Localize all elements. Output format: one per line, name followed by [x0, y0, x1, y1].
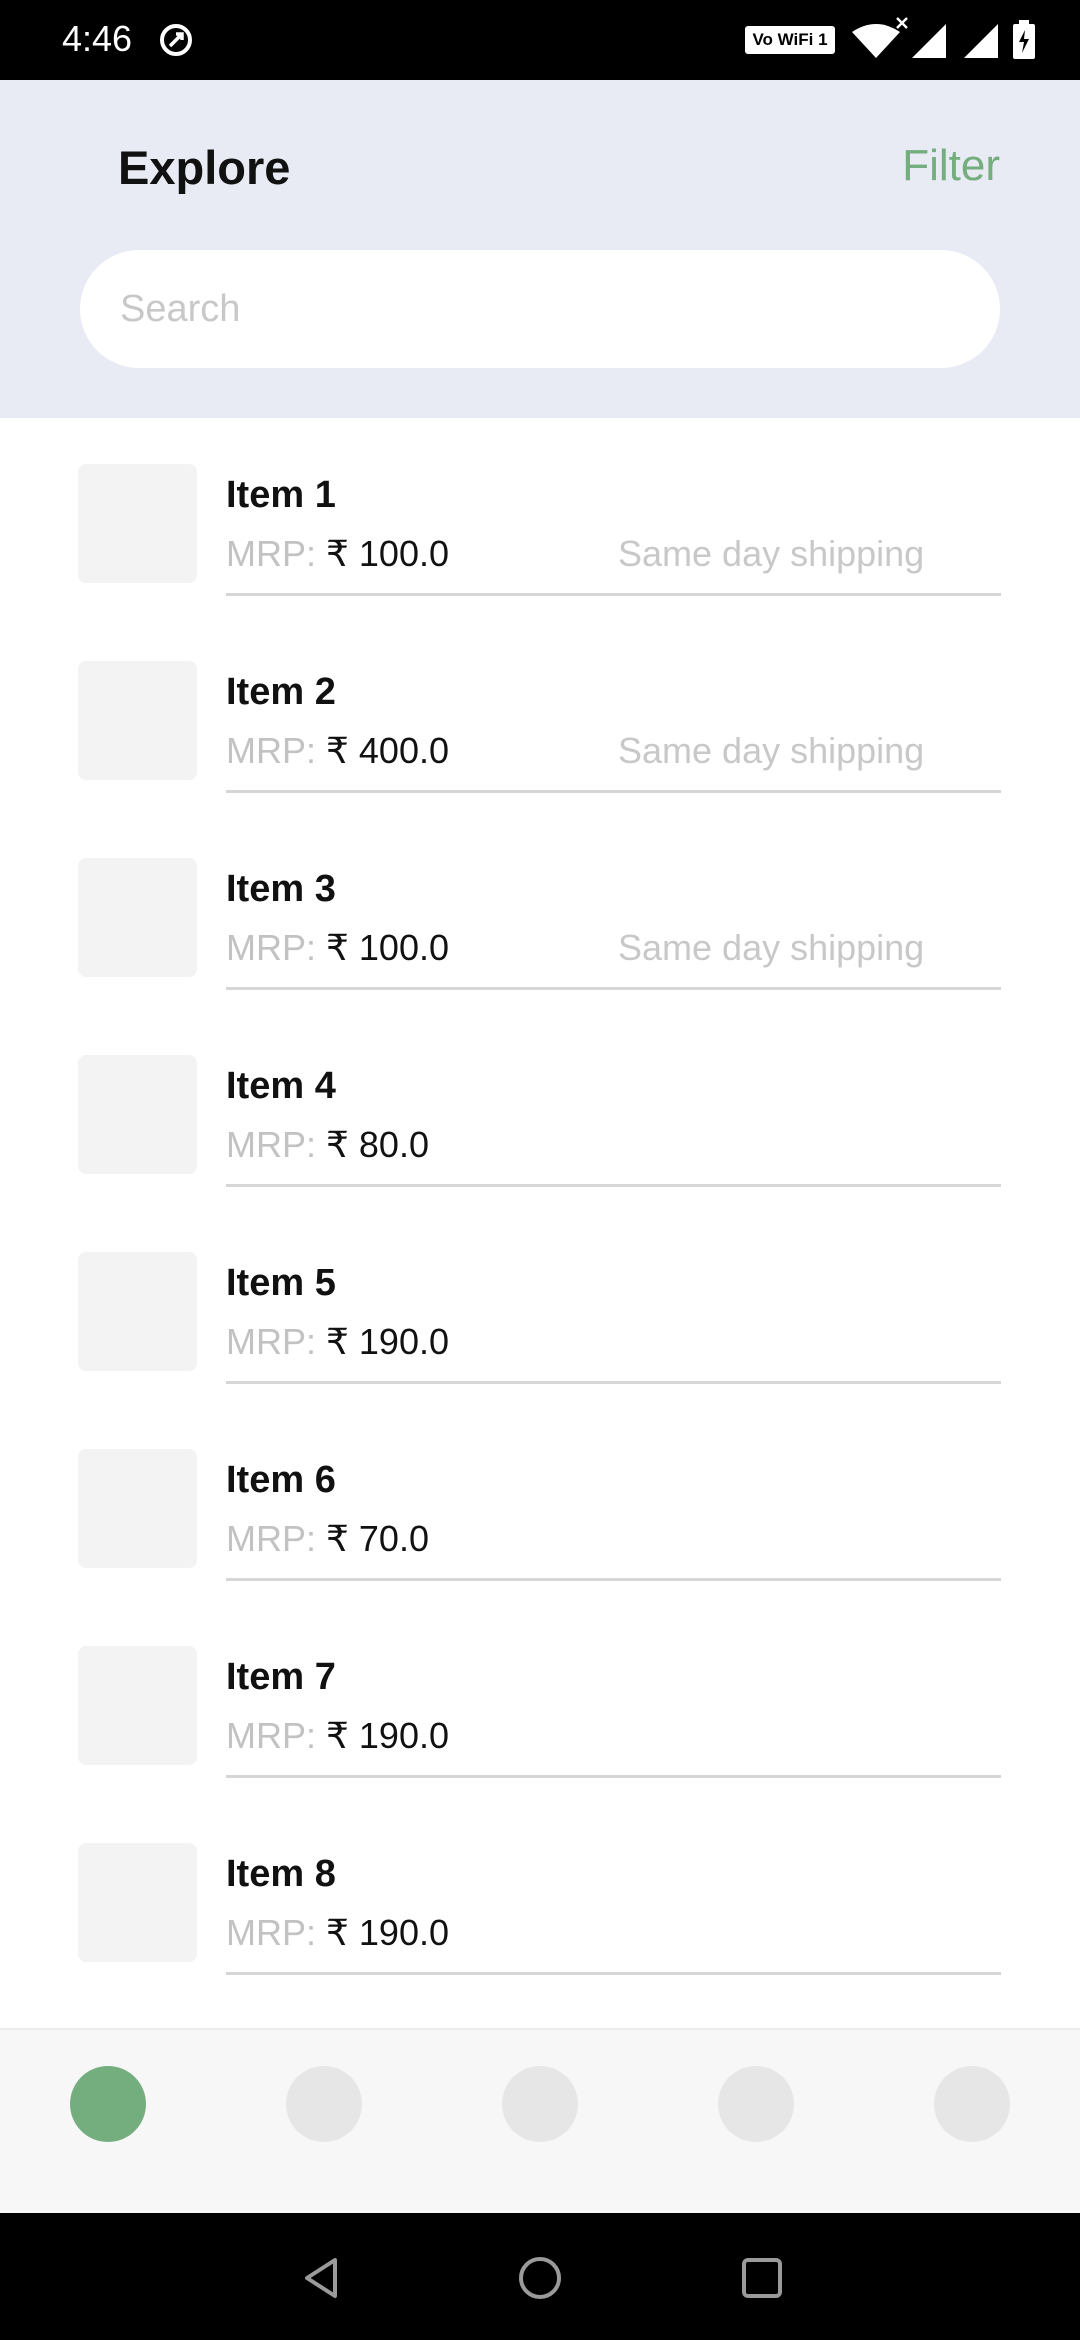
item-thumbnail: [78, 858, 197, 977]
mrp-label: MRP:: [226, 730, 316, 771]
status-bar: 4:46 Vo WiFi 1: [0, 0, 1080, 80]
nav-tab-3[interactable]: [502, 2066, 578, 2142]
price-row: MRP: ₹100.0: [226, 532, 449, 576]
currency-symbol: ₹: [326, 533, 349, 574]
item-list[interactable]: Item 1 MRP: ₹100.0 Same day shipping Item…: [0, 418, 1080, 2028]
item-price: 190.0: [358, 1715, 449, 1756]
mrp-label: MRP:: [226, 1518, 316, 1559]
back-icon[interactable]: [297, 2253, 347, 2303]
currency-symbol: ₹: [326, 1124, 349, 1165]
item-thumbnail: [78, 1055, 197, 1174]
item-price: 80.0: [358, 1124, 429, 1165]
currency-symbol: ₹: [326, 927, 349, 968]
wifi-calling-badge: Vo WiFi 1: [745, 26, 835, 54]
currency-symbol: ₹: [326, 1715, 349, 1756]
currency-symbol: ₹: [326, 1912, 349, 1953]
mrp-label: MRP:: [226, 1321, 316, 1362]
mrp-label: MRP:: [226, 533, 316, 574]
item-name: Item 2: [226, 671, 336, 713]
item-price: 70.0: [358, 1518, 429, 1559]
divider: [226, 1775, 1001, 1778]
currency-symbol: ₹: [326, 1321, 349, 1362]
item-thumbnail: [78, 1252, 197, 1371]
list-item[interactable]: Item 7 MRP: ₹190.0: [0, 1600, 1080, 1797]
item-thumbnail: [78, 1449, 197, 1568]
price-row: MRP: ₹100.0: [226, 926, 449, 970]
status-icons: Vo WiFi 1: [700, 0, 1080, 80]
divider: [226, 593, 1001, 596]
shipping-label: Same day shipping: [618, 533, 925, 574]
price-row: MRP: ₹70.0: [226, 1517, 429, 1561]
price-row: MRP: ₹80.0: [226, 1123, 429, 1167]
item-price: 400.0: [358, 730, 449, 771]
signal-icon: [964, 24, 998, 58]
item-thumbnail: [78, 1646, 197, 1765]
nav-tab-1[interactable]: [70, 2066, 146, 2142]
no-data-icon: [896, 17, 908, 29]
mrp-label: MRP:: [226, 1912, 316, 1953]
price-row: MRP: ₹190.0: [226, 1911, 449, 1955]
bottom-nav: [0, 2028, 1080, 2213]
list-item[interactable]: Item 2 MRP: ₹400.0 Same day shipping: [0, 615, 1080, 812]
filter-button[interactable]: Filter: [902, 138, 1000, 194]
divider: [226, 790, 1001, 793]
search-input[interactable]: [80, 250, 1000, 368]
item-thumbnail: [78, 1843, 197, 1962]
divider: [226, 987, 1001, 990]
item-name: Item 3: [226, 868, 336, 910]
mrp-label: MRP:: [226, 1715, 316, 1756]
list-item[interactable]: Item 6 MRP: ₹70.0: [0, 1403, 1080, 1600]
divider: [226, 1578, 1001, 1581]
item-name: Item 8: [226, 1853, 336, 1895]
list-item[interactable]: Item 3 MRP: ₹100.0 Same day shipping: [0, 812, 1080, 1009]
divider: [226, 1184, 1001, 1187]
divider: [226, 1972, 1001, 1975]
data-saver-icon: [160, 24, 192, 56]
list-item[interactable]: Item 8 MRP: ₹190.0: [0, 1797, 1080, 1994]
item-price: 190.0: [358, 1912, 449, 1953]
list-item[interactable]: Item 1 MRP: ₹100.0 Same day shipping: [0, 418, 1080, 615]
battery-icon: [1013, 20, 1035, 59]
page-title: Explore: [118, 141, 291, 194]
item-price: 100.0: [358, 927, 449, 968]
nav-tab-2[interactable]: [286, 2066, 362, 2142]
list-item[interactable]: Item 4 MRP: ₹80.0: [0, 1009, 1080, 1206]
list-item[interactable]: Item 5 MRP: ₹190.0: [0, 1206, 1080, 1403]
nav-tab-4[interactable]: [718, 2066, 794, 2142]
item-name: Item 5: [226, 1262, 336, 1304]
mrp-label: MRP:: [226, 927, 316, 968]
divider: [226, 1381, 1001, 1384]
system-nav-bar: [0, 2213, 1080, 2340]
price-row: MRP: ₹190.0: [226, 1320, 449, 1364]
currency-symbol: ₹: [326, 1518, 349, 1559]
home-icon[interactable]: [515, 2253, 565, 2303]
mrp-label: MRP:: [226, 1124, 316, 1165]
item-name: Item 6: [226, 1459, 336, 1501]
price-row: MRP: ₹400.0: [226, 729, 449, 773]
item-price: 190.0: [358, 1321, 449, 1362]
price-row: MRP: ₹190.0: [226, 1714, 449, 1758]
shipping-label: Same day shipping: [618, 730, 925, 771]
item-price: 100.0: [358, 533, 449, 574]
recents-icon[interactable]: [737, 2253, 787, 2303]
currency-symbol: ₹: [326, 730, 349, 771]
status-time: 4:46: [62, 18, 133, 59]
nav-tab-5[interactable]: [934, 2066, 1010, 2142]
item-thumbnail: [78, 464, 197, 583]
item-name: Item 4: [226, 1065, 336, 1107]
item-name: Item 7: [226, 1656, 336, 1698]
signal-icon: [912, 24, 946, 58]
item-name: Item 1: [226, 474, 336, 516]
shipping-label: Same day shipping: [618, 927, 925, 968]
item-thumbnail: [78, 661, 197, 780]
